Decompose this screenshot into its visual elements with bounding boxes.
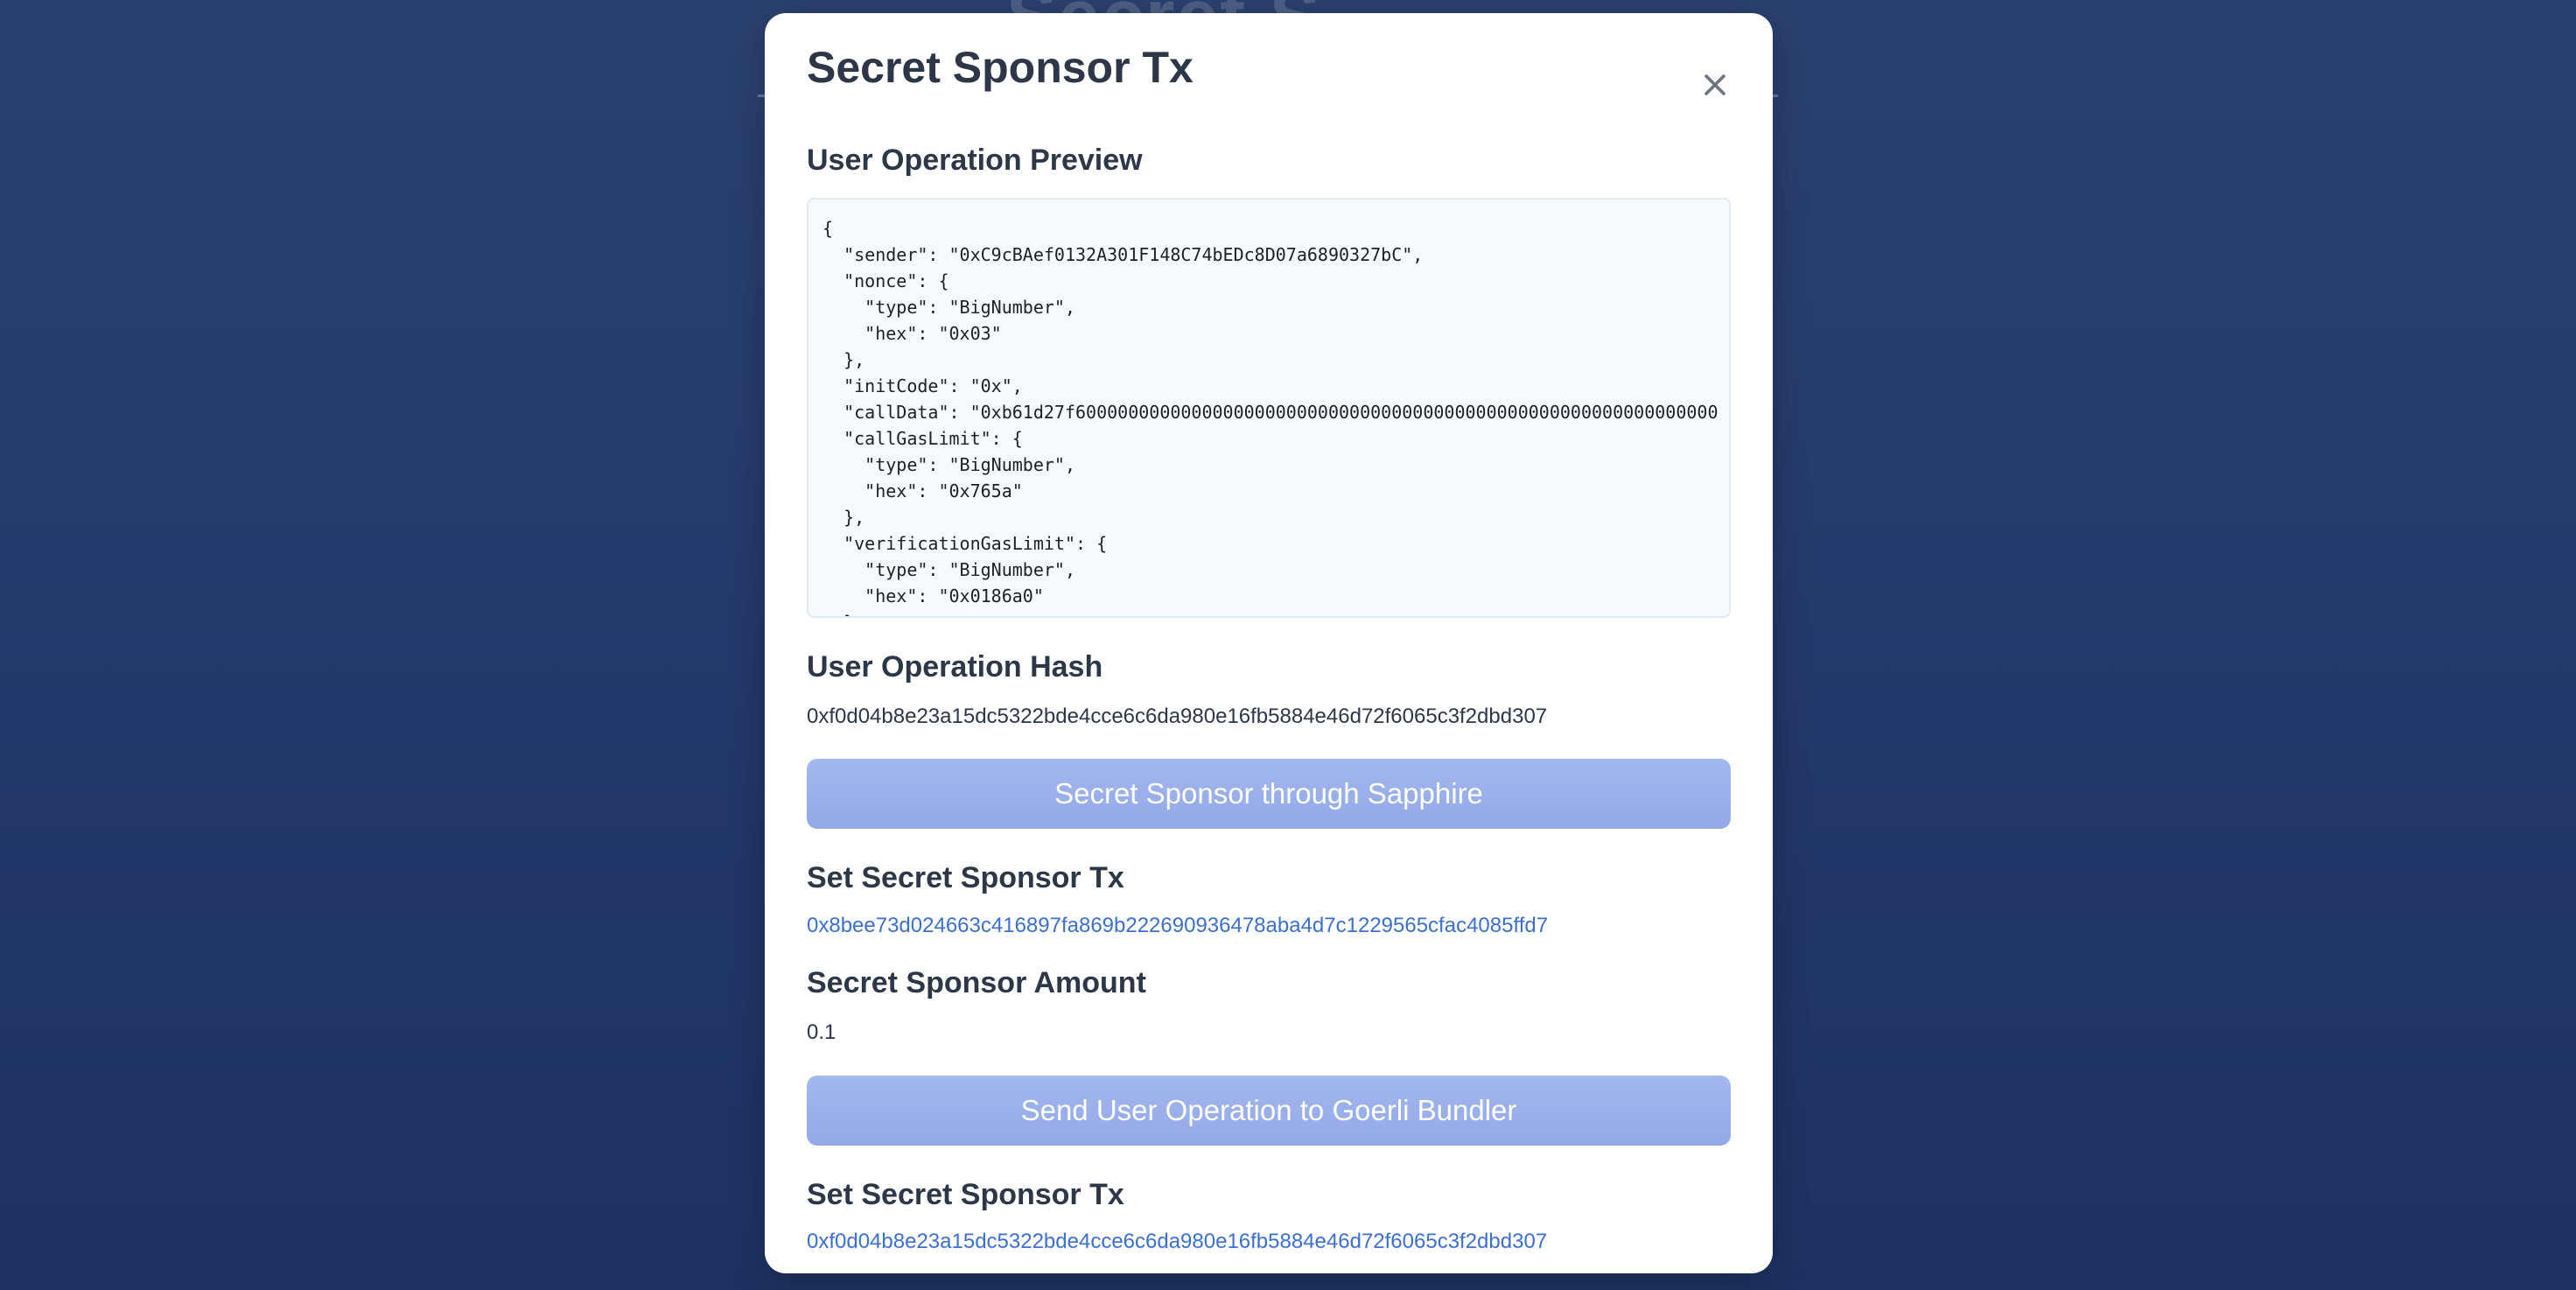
set-secret-sponsor-tx-link[interactable]: 0x8bee73d024663c416897fa869b222690936478… — [807, 914, 1548, 939]
close-button[interactable] — [1687, 57, 1743, 113]
secret-sponsor-amount-value: 0.1 — [807, 1020, 836, 1044]
bundler-tx-link[interactable]: 0xf0d04b8e23a15dc5322bde4cce6c6da980e16f… — [807, 1230, 1547, 1255]
user-operation-preview-box[interactable]: { "sender": "0xC9cBAef0132A301F148C74bED… — [807, 197, 1731, 618]
modal-title: Secret Sponsor Tx — [807, 43, 1194, 92]
modal-body: User Operation Preview { "sender": "0xC9… — [807, 143, 1731, 1255]
user-operation-preview-label: User Operation Preview — [807, 144, 1143, 177]
secret-sponsor-button[interactable]: Secret Sponsor through Sapphire — [807, 759, 1731, 830]
secret-sponsor-modal: Secret Sponsor Tx User Operation Preview… — [765, 13, 1773, 1273]
secret-sponsor-amount-label: Secret Sponsor Amount — [807, 965, 1146, 999]
user-operation-hash-value: 0xf0d04b8e23a15dc5322bde4cce6c6da980e16f… — [807, 704, 1548, 728]
close-icon — [1687, 74, 1743, 96]
bundler-tx-label: Set Secret Sponsor Tx — [807, 1177, 1124, 1211]
set-secret-sponsor-tx-label: Set Secret Sponsor Tx — [807, 861, 1124, 895]
user-operation-hash-label: User Operation Hash — [807, 649, 1103, 684]
send-to-bundler-button[interactable]: Send User Operation to Goerli Bundler — [807, 1075, 1731, 1146]
user-operation-preview-code: { "sender": "0xC9cBAef0132A301F148C74bED… — [822, 217, 1718, 616]
